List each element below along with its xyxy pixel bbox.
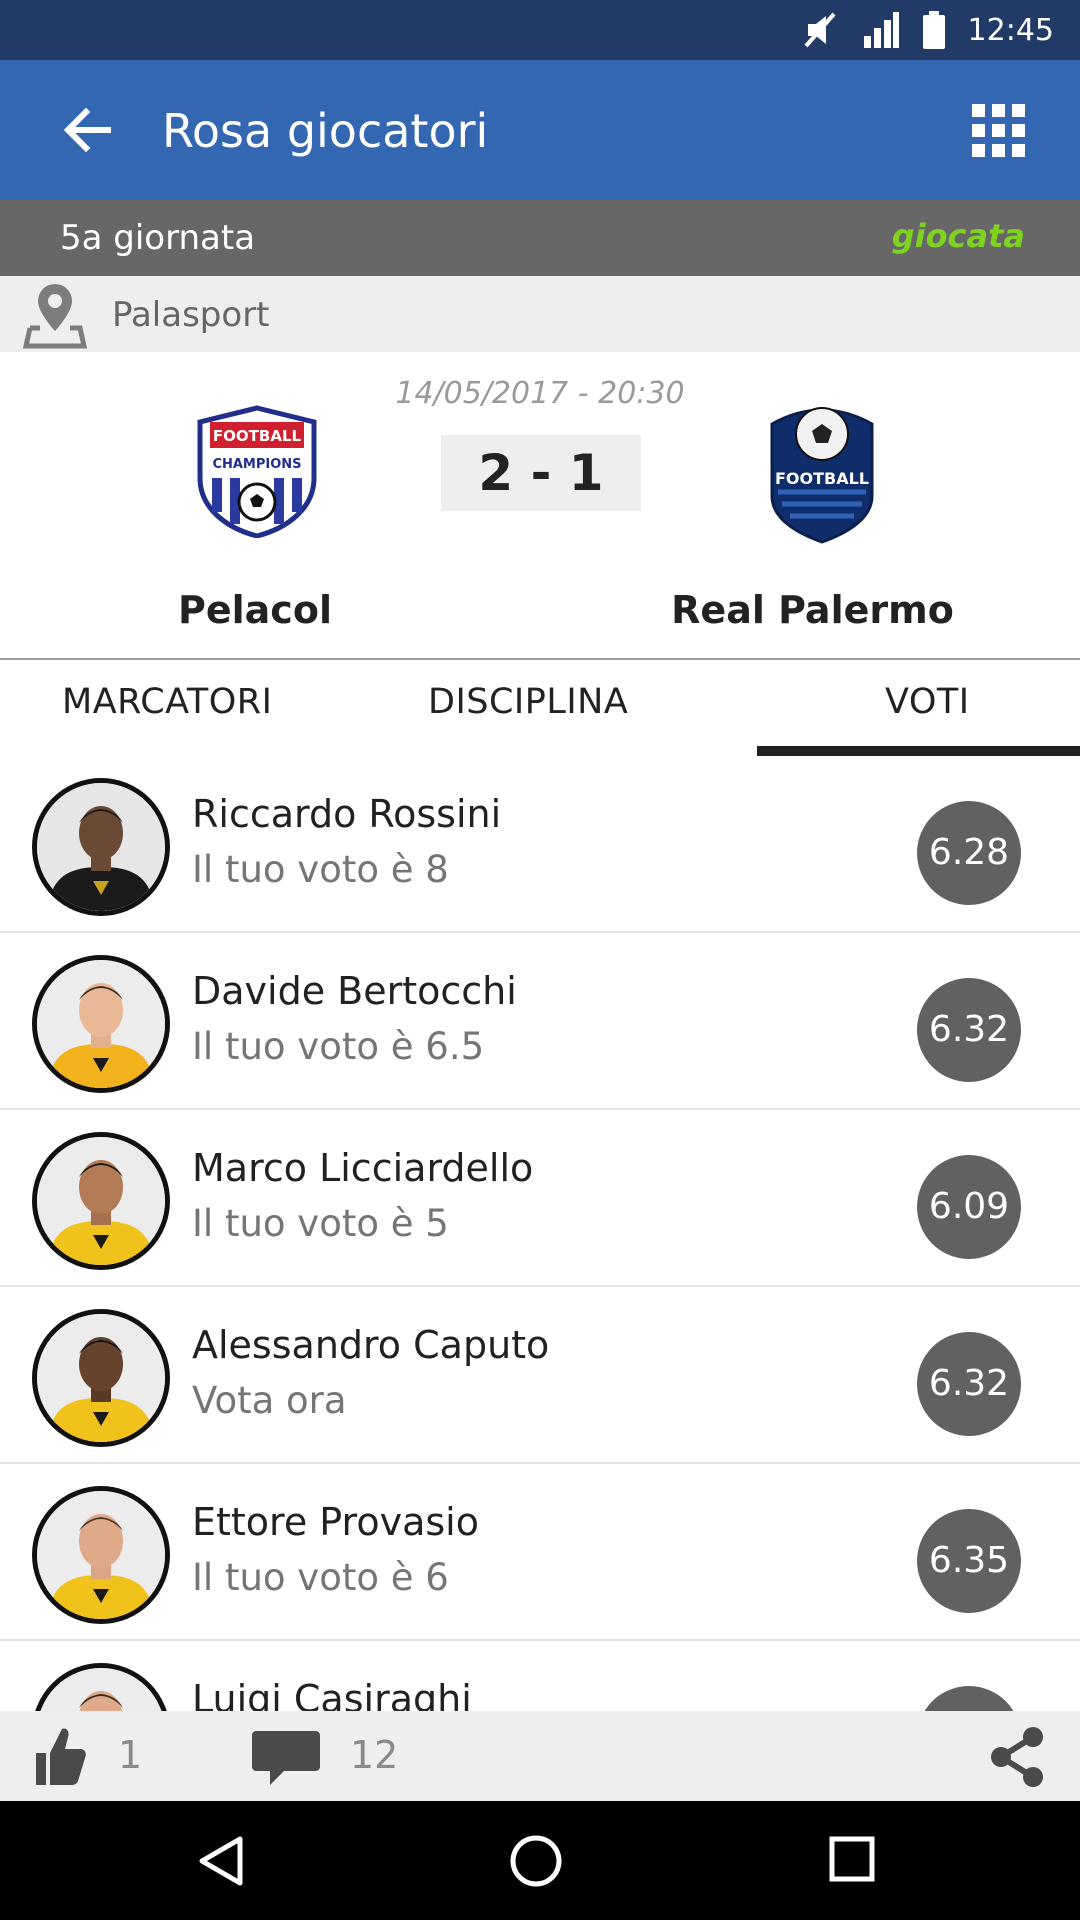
player-avatar (32, 1132, 170, 1270)
clock: 12:45 (967, 12, 1054, 48)
arrow-left-icon[interactable] (56, 98, 120, 162)
page-title: Rosa giocatori (162, 104, 489, 158)
home-logo-text-1: FOOTBALL (213, 427, 302, 445)
rating-badge: 6.35 (917, 1509, 1021, 1613)
player-vote-status: Il tuo voto è 5 (192, 1202, 449, 1245)
venue-name: Palasport (112, 295, 270, 335)
away-logo-text: FOOTBALL (775, 469, 869, 488)
battery-icon (922, 11, 945, 49)
round-bar: 5a giornata giocata (0, 200, 1080, 276)
signal-icon (863, 12, 899, 48)
score: 2 - 1 (441, 435, 641, 511)
nav-home-icon[interactable] (508, 1833, 564, 1889)
player-row[interactable]: Marco Licciardello Il tuo voto è 5 6.09 (0, 1110, 1080, 1287)
player-name: Alessandro Caputo (192, 1323, 550, 1367)
tab-bar: MARCATORI DISCIPLINA VOTI (0, 660, 1080, 756)
vote-now-link[interactable]: Vota ora (192, 1379, 347, 1422)
player-name: Marco Licciardello (192, 1146, 534, 1190)
player-avatar (32, 955, 170, 1093)
player-avatar (32, 1309, 170, 1447)
share-icon[interactable] (985, 1725, 1049, 1789)
rating-badge (917, 1686, 1021, 1711)
home-team-name: Pelacol (178, 588, 332, 632)
player-list[interactable]: Riccardo Rossini Il tuo voto è 8 6.28 Da… (0, 756, 1080, 1711)
mute-icon (804, 12, 836, 48)
rating-badge: 6.09 (917, 1155, 1021, 1259)
rating-badge: 6.32 (917, 1332, 1021, 1436)
match-status: giocata (891, 217, 1025, 255)
round-label: 5a giornata (60, 218, 256, 258)
thumbs-up-icon[interactable] (32, 1723, 88, 1789)
home-logo-text-2: CHAMPIONS (212, 457, 301, 472)
map-pin-icon (22, 284, 88, 349)
status-icons: 12:45 (800, 0, 1054, 60)
player-vote-status: Il tuo voto è 6.5 (192, 1025, 485, 1068)
grid-icon[interactable] (972, 104, 1026, 158)
player-name: Davide Bertocchi (192, 969, 517, 1013)
player-row[interactable]: Riccardo Rossini Il tuo voto è 8 6.28 (0, 756, 1080, 933)
player-name: Ettore Provasio (192, 1500, 479, 1544)
home-team-logo: FOOTBALL CHAMPIONS (197, 405, 317, 538)
venue-bar[interactable]: Palasport (0, 276, 1080, 352)
away-team-logo: FOOTBALL (770, 407, 874, 544)
rating-badge: 6.28 (917, 801, 1021, 905)
status-bar: 12:45 (0, 0, 1080, 60)
tab-marcatori[interactable]: MARCATORI (62, 682, 272, 722)
player-avatar (32, 778, 170, 916)
system-nav-bar (0, 1801, 1080, 1920)
player-row[interactable]: Ettore Provasio Il tuo voto è 6 6.35 (0, 1464, 1080, 1641)
player-row[interactable]: Davide Bertocchi Il tuo voto è 6.5 6.32 (0, 933, 1080, 1110)
player-row[interactable]: Luigi Casiraghi (0, 1641, 1080, 1711)
away-team-name: Real Palermo (671, 588, 954, 632)
comment-icon[interactable] (250, 1727, 322, 1787)
tab-voti[interactable]: VOTI (885, 682, 970, 722)
player-name: Riccardo Rossini (192, 792, 502, 836)
player-avatar (32, 1663, 170, 1711)
rating-badge: 6.32 (917, 978, 1021, 1082)
match-datetime: 14/05/2017 - 20:30 (395, 376, 685, 411)
player-avatar (32, 1486, 170, 1624)
tab-active-indicator (757, 746, 1080, 756)
player-row[interactable]: Alessandro Caputo Vota ora 6.32 (0, 1287, 1080, 1464)
player-name: Luigi Casiraghi (192, 1677, 472, 1711)
match-header: 14/05/2017 - 20:30 FOOTBALL CHAMPIONS 2 … (0, 352, 1080, 660)
player-vote-status: Il tuo voto è 6 (192, 1556, 449, 1599)
nav-back-icon[interactable] (196, 1835, 248, 1887)
comment-count: 12 (350, 1733, 399, 1777)
tab-disciplina[interactable]: DISCIPLINA (428, 682, 628, 722)
nav-recent-apps-icon[interactable] (828, 1835, 876, 1883)
player-vote-status: Il tuo voto è 8 (192, 848, 449, 891)
like-count: 1 (118, 1733, 143, 1777)
app-bar: Rosa giocatori (0, 60, 1080, 200)
action-bar: 1 12 (0, 1711, 1080, 1801)
